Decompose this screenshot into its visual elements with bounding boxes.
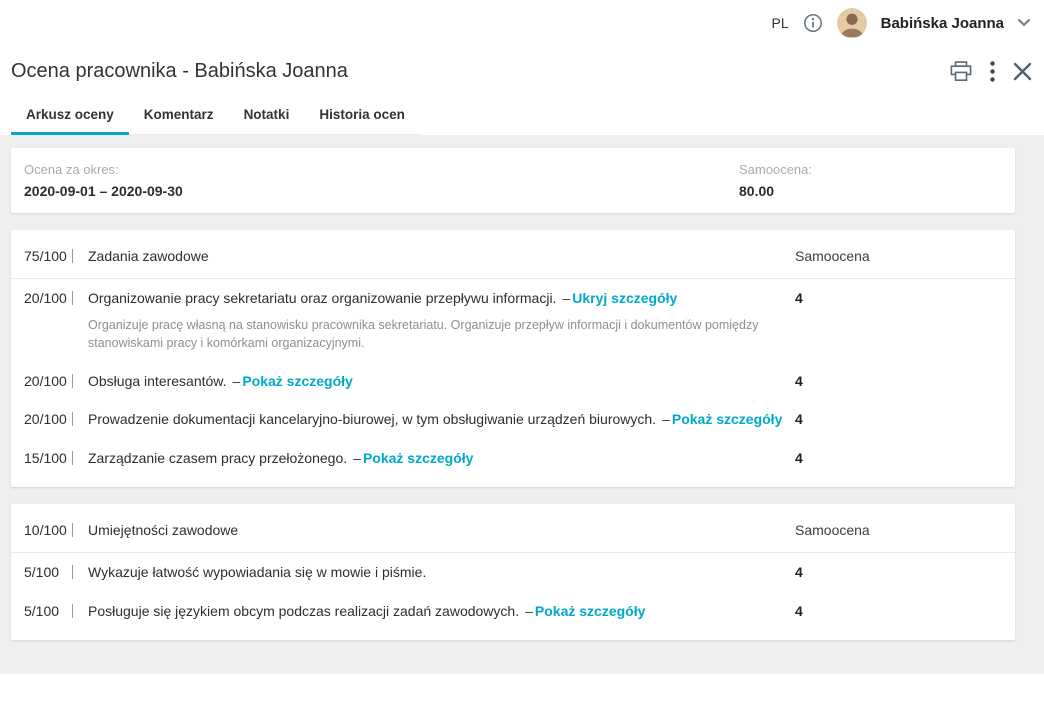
samoocena-column-header: Samoocena	[787, 246, 1002, 266]
close-icon[interactable]	[1013, 62, 1032, 81]
item-score: 5/100	[24, 562, 72, 582]
item-score: 5/100	[24, 601, 72, 621]
self-score-block: Samoocena: 80.00	[739, 162, 1002, 199]
item-score: 15/100	[24, 448, 72, 468]
self-score-value: 80.00	[739, 183, 1002, 199]
samoocena-column-header: Samoocena	[787, 520, 1002, 540]
details-dash: –	[525, 603, 533, 619]
details-dash: –	[233, 373, 241, 389]
item-self-score: 4	[787, 601, 1002, 621]
separator	[72, 451, 73, 465]
period-value: 2020-09-01 – 2020-09-30	[24, 183, 739, 199]
item-score: 20/100	[24, 371, 72, 391]
section-title: Zadania zawodowe	[88, 246, 787, 266]
evaluation-item-row: 15/100 Zarządzanie czasem pracy przełożo…	[24, 439, 1002, 477]
toggle-details-link[interactable]: Ukryj szczegóły	[572, 290, 677, 306]
item-text: Posługuje się językiem obcym podczas rea…	[88, 603, 519, 619]
chevron-down-icon[interactable]	[1018, 19, 1030, 27]
section-items: 20/100 Organizowanie pracy sekretariatu …	[24, 279, 1002, 477]
evaluation-section-card: 10/100 Umiejętności zawodowe Samoocena 5…	[11, 504, 1015, 640]
item-details: Organizuje pracę własną na stanowisku pr…	[88, 316, 760, 354]
section-score: 10/100	[24, 520, 72, 540]
tab-bar: Arkusz oceny Komentarz Notatki Historia …	[11, 99, 1044, 135]
details-dash: –	[662, 411, 670, 427]
page-title: Ocena pracownika - Babińska Joanna	[11, 60, 348, 83]
item-score: 20/100	[24, 288, 72, 308]
tab-notatki[interactable]: Notatki	[229, 99, 305, 134]
evaluation-item-row: 20/100 Prowadzenie dokumentacji kancelar…	[24, 400, 1002, 438]
tab-komentarz[interactable]: Komentarz	[129, 99, 229, 134]
toggle-details-link[interactable]: Pokaż szczegóły	[535, 603, 646, 619]
avatar[interactable]	[837, 8, 867, 38]
evaluation-item-row: 20/100 Organizowanie pracy sekretariatu …	[24, 279, 1002, 362]
separator	[72, 249, 73, 263]
item-score: 20/100	[24, 409, 72, 429]
evaluation-section-card: 75/100 Zadania zawodowe Samoocena 20/100…	[11, 230, 1015, 487]
item-text: Zarządzanie czasem pracy przełożonego.	[88, 450, 347, 466]
evaluation-item-row: 5/100 Wykazuje łatwość wypowiadania się …	[24, 553, 1002, 591]
section-score: 75/100	[24, 246, 72, 266]
details-dash: –	[562, 290, 570, 306]
toggle-details-link[interactable]: Pokaż szczegóły	[242, 373, 353, 389]
separator	[72, 374, 73, 388]
print-icon[interactable]	[950, 61, 972, 82]
summary-card: Ocena za okres: 2020-09-01 – 2020-09-30 …	[11, 148, 1015, 213]
separator	[72, 291, 73, 305]
user-name[interactable]: Babińska Joanna	[881, 15, 1004, 32]
tab-historia-ocen[interactable]: Historia ocen	[304, 99, 420, 134]
separator	[72, 412, 73, 426]
item-self-score: 4	[787, 371, 1002, 391]
item-self-score: 4	[787, 288, 1002, 308]
sections: 75/100 Zadania zawodowe Samoocena 20/100…	[11, 230, 1015, 640]
item-self-score: 4	[787, 448, 1002, 468]
section-items: 5/100 Wykazuje łatwość wypowiadania się …	[24, 553, 1002, 630]
section-header-row: 10/100 Umiejętności zawodowe Samoocena	[24, 506, 1002, 552]
item-self-score: 4	[787, 409, 1002, 429]
modal-header: Ocena pracownika - Babińska Joanna	[0, 46, 1044, 83]
toggle-details-link[interactable]: Pokaż szczegóły	[672, 411, 783, 427]
item-text: Obsługa interesantów.	[88, 373, 227, 389]
separator	[72, 565, 73, 579]
item-text: Wykazuje łatwość wypowiadania się w mowi…	[88, 564, 426, 580]
self-score-label: Samoocena:	[739, 162, 1002, 177]
period-label: Ocena za okres:	[24, 162, 739, 177]
tab-arkusz-oceny[interactable]: Arkusz oceny	[11, 99, 129, 134]
language-selector[interactable]: PL	[771, 15, 788, 31]
period-block: Ocena za okres: 2020-09-01 – 2020-09-30	[24, 162, 739, 199]
kebab-menu-icon[interactable]	[990, 61, 995, 82]
section-header-row: 75/100 Zadania zawodowe Samoocena	[24, 232, 1002, 278]
separator	[72, 604, 73, 618]
info-icon[interactable]	[803, 13, 823, 33]
item-self-score: 4	[787, 562, 1002, 582]
details-dash: –	[353, 450, 361, 466]
header-actions	[950, 61, 1032, 82]
separator	[72, 523, 73, 537]
evaluation-item-row: 5/100 Posługuje się językiem obcym podcz…	[24, 592, 1002, 630]
item-text: Prowadzenie dokumentacji kancelaryjno-bi…	[88, 411, 656, 427]
section-title: Umiejętności zawodowe	[88, 520, 787, 540]
content-area: Ocena za okres: 2020-09-01 – 2020-09-30 …	[0, 135, 1044, 674]
item-text: Organizowanie pracy sekretariatu oraz or…	[88, 290, 556, 306]
topbar: PL Babińska Joanna	[0, 0, 1044, 46]
evaluation-item-row: 20/100 Obsługa interesantów.–Pokaż szcze…	[24, 362, 1002, 400]
toggle-details-link[interactable]: Pokaż szczegóły	[363, 450, 474, 466]
